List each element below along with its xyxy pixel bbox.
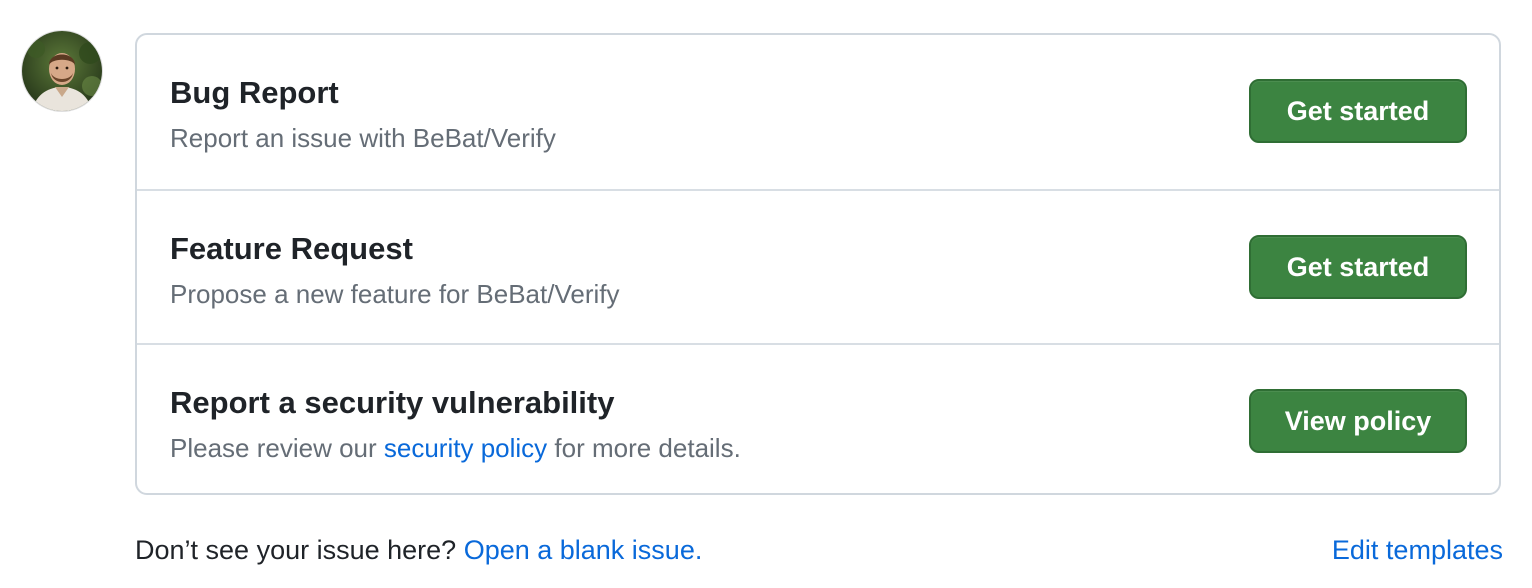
template-row-bug-report: Bug Report Report an issue with BeBat/Ve… bbox=[137, 35, 1499, 189]
template-row-feature-request: Feature Request Propose a new feature fo… bbox=[137, 189, 1499, 343]
template-description: Report an issue with BeBat/Verify bbox=[170, 123, 556, 153]
template-description: Please review our security policy for mo… bbox=[170, 433, 741, 464]
blank-issue-prompt-text: Don’t see your issue here? bbox=[135, 535, 464, 565]
issue-templates-list: Bug Report Report an issue with BeBat/Ve… bbox=[135, 33, 1501, 495]
template-title: Bug Report bbox=[170, 75, 339, 110]
view-policy-button[interactable]: View policy bbox=[1249, 389, 1467, 453]
template-row-security: Report a security vulnerability Please r… bbox=[137, 343, 1499, 493]
template-description: Propose a new feature for BeBat/Verify bbox=[170, 279, 620, 309]
edit-templates-link[interactable]: Edit templates bbox=[1332, 535, 1503, 566]
description-text-before: Please review our bbox=[170, 433, 384, 463]
get-started-button[interactable]: Get started bbox=[1249, 235, 1467, 299]
template-title: Report a security vulnerability bbox=[170, 385, 615, 420]
description-text-after: for more details. bbox=[547, 433, 741, 463]
get-started-button[interactable]: Get started bbox=[1249, 79, 1467, 143]
avatar-photo bbox=[22, 31, 102, 111]
template-title: Feature Request bbox=[170, 231, 413, 266]
security-policy-link[interactable]: security policy bbox=[384, 433, 547, 463]
user-avatar[interactable] bbox=[22, 31, 102, 111]
open-blank-issue-link[interactable]: Open a blank issue. bbox=[464, 535, 703, 565]
blank-issue-prompt: Don’t see your issue here? Open a blank … bbox=[135, 535, 702, 566]
